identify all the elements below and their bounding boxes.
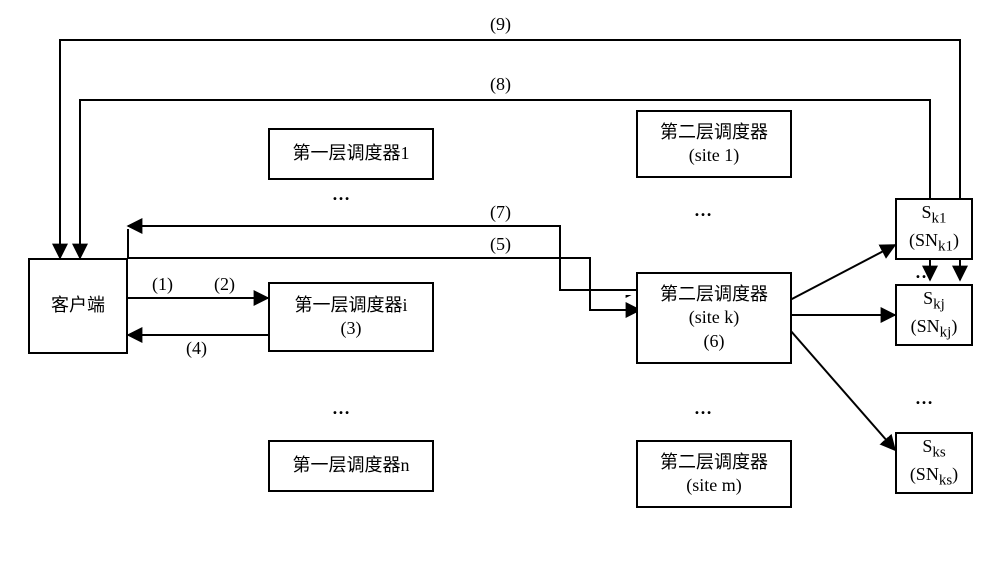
dots-l2-bot: … xyxy=(694,398,718,419)
label-8: (8) xyxy=(490,74,511,95)
arrow-7 xyxy=(128,230,640,285)
l2-k-label2: (site k) xyxy=(689,306,739,329)
l2-m-label1: 第二层调度器 xyxy=(660,451,768,474)
skj-line1: Skj xyxy=(923,287,945,315)
l2-k-box: 第二层调度器 (site k) (6) xyxy=(636,272,792,364)
sk1-line2: (SNk1) xyxy=(909,229,959,257)
sks-box: Sks (SNks) xyxy=(895,432,973,494)
l1-1-box: 第一层调度器1 xyxy=(268,128,434,180)
l2-m-label2: (site m) xyxy=(686,474,742,497)
label-4: (4) xyxy=(186,338,207,359)
label-1: (1) xyxy=(152,274,173,295)
sk1-line1: Sk1 xyxy=(921,201,946,229)
l2-1-label2: (site 1) xyxy=(689,144,739,167)
l1-1-label: 第一层调度器1 xyxy=(293,142,410,165)
label-9: (9) xyxy=(490,14,511,35)
sks-line1: Sks xyxy=(922,435,945,463)
sk1-box: Sk1 (SNk1) xyxy=(895,198,973,260)
label-2: (2) xyxy=(214,274,235,295)
l1-n-box: 第一层调度器n xyxy=(268,440,434,492)
label-5: (5) xyxy=(490,234,511,255)
l1-i-box: 第一层调度器i (3) xyxy=(268,282,434,352)
client-box: 客户端 xyxy=(28,258,128,354)
l1-i-label1: 第一层调度器i xyxy=(294,294,407,317)
l1-i-label2: (3) xyxy=(341,317,362,340)
skj-line2: (SNkj) xyxy=(911,315,958,343)
label-7: (7) xyxy=(490,202,511,223)
l2-k-label3: (6) xyxy=(704,330,725,353)
dots-sk-top: … xyxy=(915,262,935,283)
dots-l2-top: … xyxy=(694,200,718,221)
l2-k-label1: 第二层调度器 xyxy=(660,283,768,306)
skj-box: Skj (SNkj) xyxy=(895,284,973,346)
l2-1-box: 第二层调度器 (site 1) xyxy=(636,110,792,178)
l2-m-box: 第二层调度器 (site m) xyxy=(636,440,792,508)
dots-l1-top: … xyxy=(332,184,356,205)
sks-line2: (SNks) xyxy=(910,463,958,491)
diagram-canvas: { "chart_data": { "type": "diagram", "ti… xyxy=(0,0,1000,563)
l1-n-label: 第一层调度器n xyxy=(293,454,410,477)
arrow-k-sk1 xyxy=(790,245,895,300)
client-label: 客户端 xyxy=(51,294,105,317)
arrow-7b xyxy=(128,226,640,290)
dots-sk-bot: … xyxy=(915,388,935,409)
l2-1-label1: 第二层调度器 xyxy=(660,121,768,144)
dots-l1-bot: … xyxy=(332,398,356,419)
arrow-k-sks xyxy=(790,330,895,450)
